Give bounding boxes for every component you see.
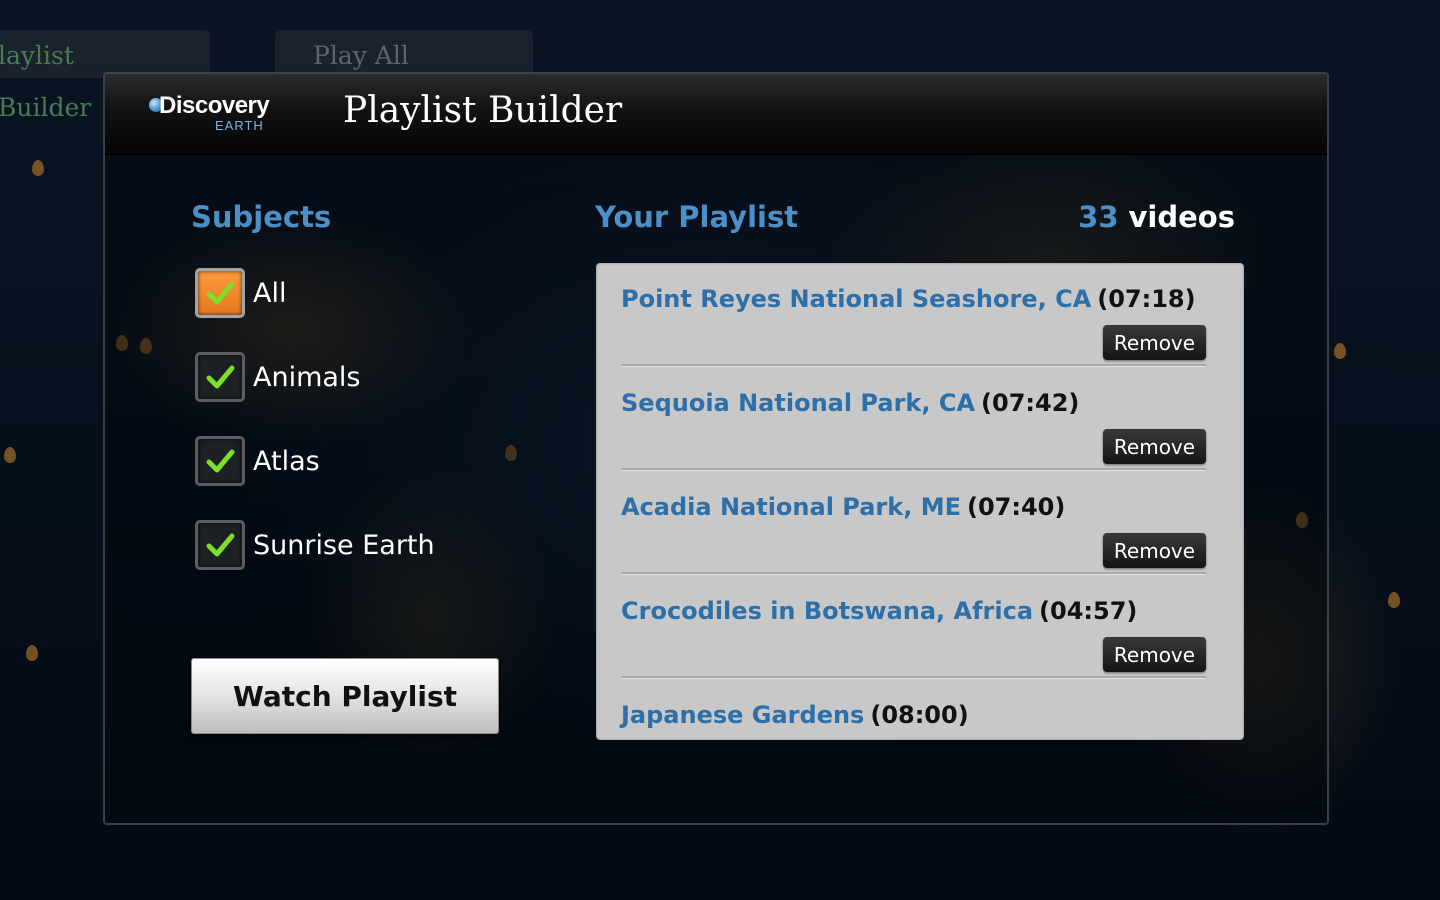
video-title-link[interactable]: Crocodiles in Botswana, Africa bbox=[621, 597, 1033, 625]
dialog-titlebar: Discovery EARTH Playlist Builder bbox=[105, 74, 1327, 155]
map-pin-icon bbox=[4, 447, 16, 463]
video-title-link[interactable]: Sequoia National Park, CA bbox=[621, 389, 975, 417]
video-count-label: videos bbox=[1128, 200, 1235, 234]
checkbox-sunrise-earth[interactable] bbox=[195, 520, 245, 570]
video-duration: (04:57) bbox=[1039, 597, 1138, 625]
subject-label: Atlas bbox=[253, 445, 320, 477]
checkmark-icon bbox=[206, 281, 235, 305]
map-pin-icon bbox=[1388, 592, 1400, 608]
list-item: Crocodiles in Botswana, Africa (04:57) Re… bbox=[621, 575, 1206, 679]
logo-main-text: Discovery bbox=[159, 92, 270, 119]
checkbox-animals[interactable] bbox=[195, 352, 245, 402]
subjects-heading: Subjects bbox=[191, 200, 332, 234]
discovery-earth-logo: Discovery EARTH bbox=[149, 92, 299, 136]
subject-label: Animals bbox=[253, 361, 361, 393]
list-item: Acadia National Park, ME (07:40) Remove bbox=[621, 471, 1206, 575]
subject-all[interactable]: All bbox=[195, 264, 286, 322]
video-count: 33 videos bbox=[1078, 200, 1235, 234]
playlist-heading: Your Playlist bbox=[595, 200, 799, 234]
map-pin-icon bbox=[32, 160, 44, 176]
checkmark-icon bbox=[206, 533, 235, 557]
remove-button[interactable]: Remove bbox=[1103, 637, 1206, 672]
logo-sub-text: EARTH bbox=[215, 118, 264, 133]
video-duration: (07:18) bbox=[1097, 285, 1196, 313]
video-duration: (07:40) bbox=[966, 493, 1066, 521]
list-item: Point Reyes National Seashore, CA (07:18)… bbox=[621, 263, 1206, 367]
list-item: Sequoia National Park, CA (07:42) Remove bbox=[621, 367, 1206, 471]
checkmark-icon bbox=[206, 449, 235, 473]
checkbox-atlas[interactable] bbox=[195, 436, 245, 486]
tab-playlist-builder[interactable]: laylist Builder bbox=[0, 30, 210, 122]
remove-button[interactable]: Remove bbox=[1103, 533, 1206, 568]
video-duration: (07:42) bbox=[981, 389, 1080, 417]
checkbox-all[interactable] bbox=[195, 268, 245, 318]
playlist-list[interactable]: Point Reyes National Seashore, CA (07:18)… bbox=[596, 263, 1244, 740]
video-title-link[interactable]: Point Reyes National Seashore, CA bbox=[621, 285, 1091, 313]
subject-sunrise-earth[interactable]: Sunrise Earth bbox=[195, 516, 435, 574]
list-item: Japanese Gardens (08:00) bbox=[621, 679, 1206, 740]
map-pin-icon bbox=[1334, 343, 1346, 359]
video-duration: (08:00) bbox=[870, 701, 969, 729]
dialog-title: Playlist Builder bbox=[343, 90, 623, 131]
checkmark-icon bbox=[206, 365, 235, 389]
remove-button[interactable]: Remove bbox=[1103, 325, 1206, 360]
video-count-number: 33 bbox=[1078, 200, 1119, 234]
watch-playlist-button[interactable]: Watch Playlist bbox=[191, 658, 499, 734]
subject-label: All bbox=[253, 277, 287, 309]
video-title-link[interactable]: Japanese Gardens bbox=[621, 701, 864, 729]
playlist-builder-dialog: Discovery EARTH Playlist Builder Subject… bbox=[103, 72, 1329, 825]
tab-play-all-videos[interactable]: Play All Videos bbox=[275, 30, 533, 122]
subject-atlas[interactable]: Atlas bbox=[195, 432, 320, 490]
map-pin-icon bbox=[26, 645, 38, 661]
subject-animals[interactable]: Animals bbox=[195, 348, 361, 406]
video-title-link[interactable]: Acadia National Park, ME bbox=[621, 493, 961, 521]
remove-button[interactable]: Remove bbox=[1103, 429, 1206, 464]
subject-label: Sunrise Earth bbox=[253, 529, 435, 561]
